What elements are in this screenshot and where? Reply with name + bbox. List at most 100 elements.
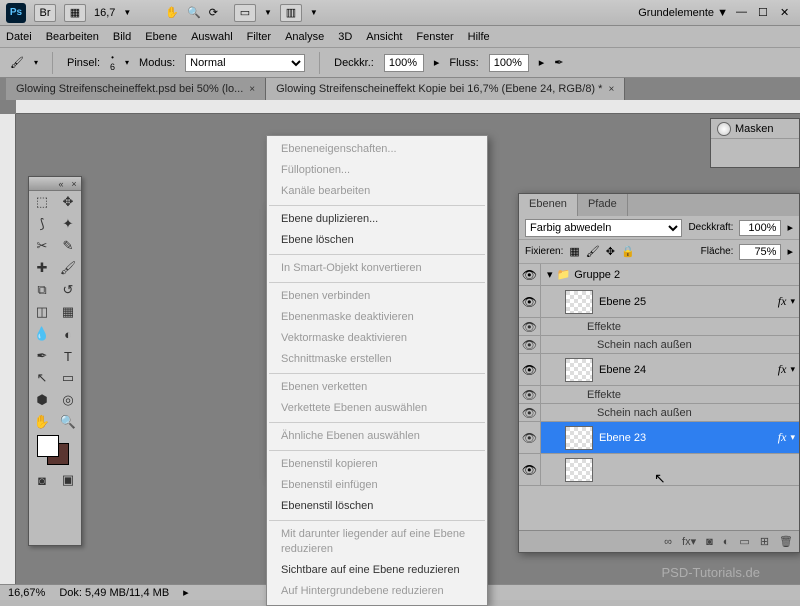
fill-field[interactable]: 75% <box>739 244 781 260</box>
layer-effect[interactable]: 👁Schein nach außen <box>519 336 799 354</box>
brush-preview[interactable]: •6 <box>110 53 115 72</box>
tab-close-icon[interactable]: × <box>249 84 255 95</box>
gradient-tool[interactable]: ▦ <box>55 301 81 323</box>
visibility-icon[interactable]: 👁 <box>519 354 541 385</box>
panel-collapse-icon[interactable]: « <box>56 179 66 189</box>
status-zoom[interactable]: 16,67% <box>8 587 45 599</box>
layer-thumb[interactable] <box>565 290 593 314</box>
view-arrange-icon[interactable]: ▦ <box>64 4 86 22</box>
visibility-icon[interactable]: 👁 <box>519 318 541 335</box>
adjustment-layer-icon[interactable]: ◐ <box>723 536 730 548</box>
layers-list[interactable]: 👁 ▾ 📁 Gruppe 2 👁 Ebene 25 fx ▾ 👁Effekte … <box>519 264 799 530</box>
blend-mode-select[interactable]: Normal <box>185 54 305 72</box>
fx-badge[interactable]: fx <box>778 294 787 309</box>
menu-hilfe[interactable]: Hilfe <box>468 31 490 43</box>
menu-ebene[interactable]: Ebene <box>145 31 177 43</box>
menu-auswahl[interactable]: Auswahl <box>191 31 233 43</box>
brush-tool[interactable]: 🖌 <box>55 257 81 279</box>
zoom-tool[interactable]: 🔍 <box>55 411 81 433</box>
pen-tool[interactable]: ✒ <box>29 345 55 367</box>
delete-layer-icon[interactable]: 🗑 <box>779 535 793 548</box>
layer-thumb[interactable] <box>565 426 593 450</box>
lock-position-icon[interactable]: ✥ <box>606 245 615 258</box>
layer-blend-select[interactable]: Farbig abwedeln <box>525 219 682 237</box>
zoom-select[interactable]: 16,7 <box>94 7 115 19</box>
path-tool[interactable]: ↖ <box>29 367 55 389</box>
layer-thumb[interactable] <box>565 458 593 482</box>
menu-filter[interactable]: Filter <box>247 31 271 43</box>
tab-pfade[interactable]: Pfade <box>578 194 628 216</box>
eyedropper-tool[interactable]: ✎ <box>55 235 81 257</box>
menu-ansicht[interactable]: Ansicht <box>366 31 402 43</box>
menu-fenster[interactable]: Fenster <box>416 31 453 43</box>
menu-bearbeiten[interactable]: Bearbeiten <box>46 31 99 43</box>
layer-item[interactable]: 👁 <box>519 454 799 486</box>
doc-tab-2[interactable]: Glowing Streifenscheineffekt Kopie bei 1… <box>266 78 625 100</box>
layer-thumb[interactable] <box>565 358 593 382</box>
visibility-icon[interactable]: 👁 <box>519 264 541 285</box>
dodge-tool[interactable]: ◐ <box>55 323 81 345</box>
layer-effect[interactable]: 👁Schein nach außen <box>519 404 799 422</box>
shape-tool[interactable]: ▭ <box>55 367 81 389</box>
marquee-tool[interactable]: ⬚ <box>29 191 55 213</box>
wand-tool[interactable]: ✦ <box>55 213 81 235</box>
layer-name[interactable]: Ebene 25 <box>599 296 646 308</box>
minimize-icon[interactable]: — <box>736 6 750 20</box>
blur-tool[interactable]: 💧 <box>29 323 55 345</box>
flow-field[interactable]: 100% <box>489 54 529 72</box>
hand-tool[interactable]: ✋ <box>29 411 55 433</box>
lasso-tool[interactable]: ⟆ <box>29 213 55 235</box>
screenmode-tool[interactable]: ▣ <box>55 469 81 491</box>
chevron-down-icon[interactable]: ▾ <box>790 296 795 307</box>
3d-tool[interactable]: ⬢ <box>29 389 55 411</box>
foreground-color[interactable] <box>37 435 59 457</box>
crop-tool[interactable]: ✂ <box>29 235 55 257</box>
close-icon[interactable]: ✕ <box>780 6 794 20</box>
chevron-down-icon[interactable]: ▾ <box>790 432 795 443</box>
3d-camera-tool[interactable]: ◎ <box>55 389 81 411</box>
layer-item-selected[interactable]: 👁 Ebene 23 fx ▾ <box>519 422 799 454</box>
layer-effect[interactable]: 👁Effekte <box>519 386 799 404</box>
layer-style-icon[interactable]: fx▾ <box>682 535 696 548</box>
tab-close-icon[interactable]: × <box>608 84 614 95</box>
quickmask-tool[interactable]: ◙ <box>29 469 55 491</box>
workspace-dropdown[interactable]: Grundelemente ▼ <box>638 7 728 19</box>
layer-mask-icon[interactable]: ◙ <box>706 536 713 548</box>
context-menu-item[interactable]: Ebene löschen <box>267 230 487 251</box>
visibility-icon[interactable]: 👁 <box>519 386 541 403</box>
context-menu-item[interactable]: Ebenenstil löschen <box>267 496 487 517</box>
layer-opacity-field[interactable]: 100% <box>739 220 781 236</box>
arrange-docs-icon[interactable]: ▥ <box>280 4 302 22</box>
rotate-view-icon[interactable]: ⟳ <box>209 6 218 19</box>
visibility-icon[interactable]: 👁 <box>519 404 541 421</box>
move-tool[interactable]: ✥ <box>55 191 81 213</box>
brush-tool-icon[interactable]: 🖌 <box>10 56 24 69</box>
visibility-icon[interactable]: 👁 <box>519 336 541 353</box>
menu-datei[interactable]: Datei <box>6 31 32 43</box>
layer-group[interactable]: 👁 ▾ 📁 Gruppe 2 <box>519 264 799 286</box>
lock-all-icon[interactable]: 🔒 <box>621 245 635 258</box>
fx-badge[interactable]: fx <box>778 362 787 377</box>
menu-bild[interactable]: Bild <box>113 31 131 43</box>
visibility-icon[interactable]: 👁 <box>519 422 541 453</box>
chevron-down-icon[interactable]: ▾ <box>547 268 553 281</box>
hand-tool-icon[interactable]: ✋ <box>165 6 179 19</box>
layer-name[interactable]: Gruppe 2 <box>574 269 620 281</box>
layer-name[interactable]: Ebene 23 <box>599 432 646 444</box>
lock-image-icon[interactable]: 🖌 <box>586 245 600 258</box>
visibility-icon[interactable]: 👁 <box>519 454 541 485</box>
menu-analyse[interactable]: Analyse <box>285 31 324 43</box>
layer-item[interactable]: 👁 Ebene 25 fx ▾ <box>519 286 799 318</box>
opacity-field[interactable]: 100% <box>384 54 424 72</box>
context-menu-item[interactable]: Ebene duplizieren... <box>267 209 487 230</box>
zoom-tool-icon[interactable]: 🔍 <box>187 6 201 19</box>
fx-badge[interactable]: fx <box>778 430 787 445</box>
doc-tab-1[interactable]: Glowing Streifenscheineffekt.psd bei 50%… <box>6 78 266 100</box>
new-group-icon[interactable]: ▭ <box>739 535 749 548</box>
lock-pixels-icon[interactable]: ▦ <box>569 245 579 258</box>
history-brush-tool[interactable]: ↺ <box>55 279 81 301</box>
screen-mode-icon[interactable]: ▭ <box>234 4 256 22</box>
new-layer-icon[interactable]: ⊞ <box>760 535 769 548</box>
chevron-down-icon[interactable]: ▾ <box>790 364 795 375</box>
maximize-icon[interactable]: ☐ <box>758 6 772 20</box>
